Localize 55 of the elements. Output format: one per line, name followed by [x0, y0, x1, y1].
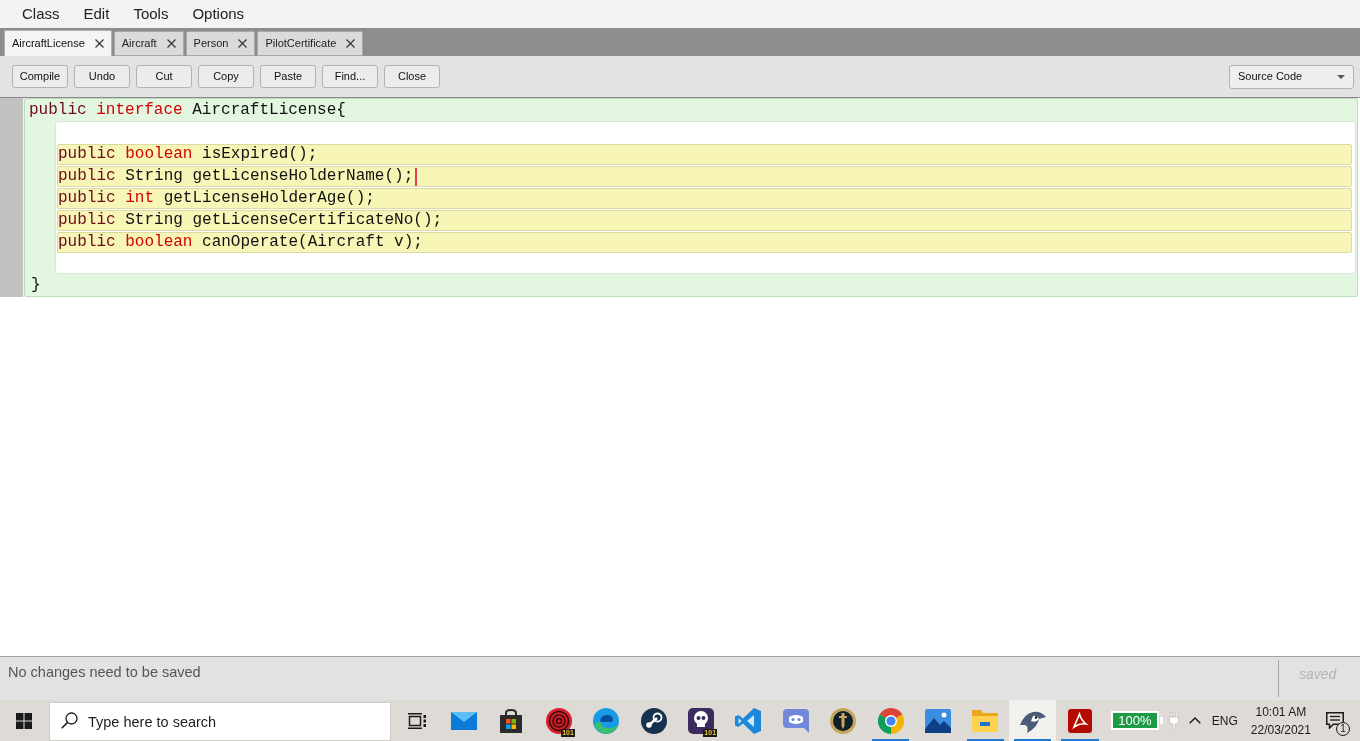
- toolbar-button[interactable]: Compile: [12, 65, 68, 88]
- search-field[interactable]: Type here to search: [49, 702, 391, 741]
- code-line: public String getLicenseHolderName();: [58, 167, 414, 186]
- swirl-tile-icon: [1068, 708, 1093, 733]
- chevron-up-icon[interactable]: [1188, 717, 1201, 724]
- view-select[interactable]: Source Code: [1229, 64, 1354, 89]
- tab[interactable]: Person: [185, 31, 256, 56]
- menu-item[interactable]: Options: [180, 1, 257, 27]
- chat-face-icon: [782, 708, 809, 733]
- skull-icon: [688, 707, 715, 734]
- caret-down-icon: [1337, 74, 1345, 79]
- menu-item[interactable]: Class: [10, 1, 72, 27]
- code-line: public interface AircraftLicense{: [29, 100, 346, 121]
- code-line: public boolean isExpired();: [58, 145, 318, 164]
- notification-count: 1: [1336, 722, 1350, 736]
- clock-date: 22/03/2021: [1250, 721, 1311, 739]
- search-icon: [61, 712, 78, 729]
- tab[interactable]: Aircraft: [113, 31, 184, 56]
- toolbar-button[interactable]: Cut: [136, 65, 192, 88]
- clock[interactable]: 10:01 AM 22/03/2021: [1247, 702, 1314, 739]
- task-view-icon: [407, 712, 426, 729]
- spiral-icon: [545, 707, 572, 734]
- toolbar-button[interactable]: Find...: [322, 65, 378, 88]
- clock-time: 10:01 AM: [1255, 703, 1307, 721]
- language-indicator[interactable]: ENG: [1211, 711, 1238, 730]
- toolbar-button[interactable]: Undo: [74, 65, 130, 88]
- close-icon[interactable]: [346, 39, 356, 48]
- wave-circle-icon: [593, 707, 620, 734]
- tab[interactable]: AircraftLicense: [4, 30, 112, 56]
- shopping-bag-icon: [500, 708, 523, 733]
- ring-logo-icon: [830, 707, 857, 734]
- battery-tip-icon: [1159, 717, 1163, 724]
- status-message: No changes need to be saved: [7, 663, 201, 681]
- toolbar-button[interactable]: Paste: [260, 65, 316, 88]
- close-icon[interactable]: [166, 39, 176, 48]
- toolbar-button[interactable]: Copy: [198, 65, 254, 88]
- battery-indicator[interactable]: 100%: [1110, 711, 1159, 730]
- code-line: public int getLicenseHolderAge();: [58, 189, 375, 208]
- ribbon-logo-icon: [735, 707, 762, 734]
- tab[interactable]: PilotCertificate: [257, 31, 364, 56]
- code-line: }: [30, 275, 41, 296]
- folder-icon: [972, 709, 999, 732]
- taskbar-app-button[interactable]: [1009, 700, 1057, 741]
- close-icon[interactable]: [238, 39, 248, 48]
- code-line: public boolean canOperate(Aircraft v);: [58, 233, 423, 252]
- menu-item[interactable]: Tools: [121, 1, 181, 27]
- mountain-picture-icon: [925, 708, 951, 733]
- tricolor-circle-icon: [877, 707, 904, 734]
- toolbar-button[interactable]: Close: [384, 65, 440, 88]
- windows-logo-icon: [16, 712, 32, 729]
- close-icon[interactable]: [94, 39, 104, 48]
- linkage-circle-icon: [640, 707, 667, 734]
- menu-item[interactable]: Edit: [71, 1, 122, 27]
- envelope-icon: [451, 711, 478, 730]
- code-line: public String getLicenseCertificateNo();: [58, 211, 443, 230]
